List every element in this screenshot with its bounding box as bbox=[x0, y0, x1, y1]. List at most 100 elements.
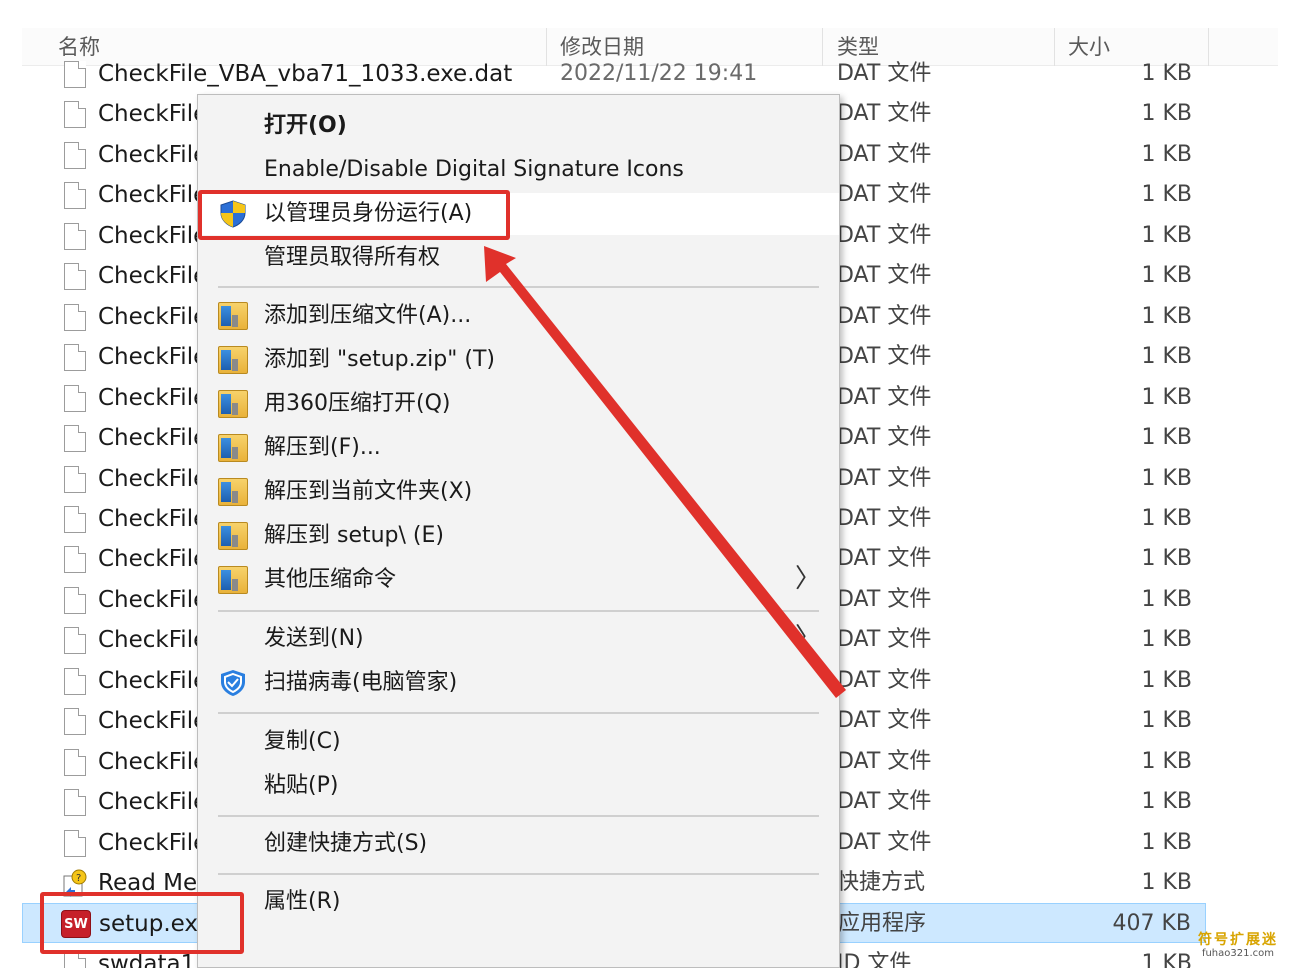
chevron-right-icon: 〉 bbox=[794, 564, 821, 594]
menu-item-label: 复制(C) bbox=[264, 729, 341, 754]
menu-item-extract-to[interactable]: 解压到(F)... bbox=[198, 427, 839, 469]
menu-item-label: Enable/Disable Digital Signature Icons bbox=[264, 157, 684, 182]
archive-icon bbox=[218, 302, 248, 330]
file-icon bbox=[64, 749, 86, 776]
file-type: DAT 文件 bbox=[837, 101, 932, 126]
file-type: DAT 文件 bbox=[837, 506, 932, 531]
file-size: 1 KB bbox=[1141, 142, 1192, 167]
archive-icon bbox=[218, 566, 248, 594]
file-size: 1 KB bbox=[1141, 951, 1192, 968]
file-name: CheckFile bbox=[98, 789, 208, 815]
file-date: 2022/11/22 19:41 bbox=[560, 61, 758, 86]
menu-item-paste[interactable]: 粘贴(P) bbox=[198, 765, 839, 807]
menu-item-scan-virus[interactable]: 扫描病毒(电脑管家) bbox=[198, 662, 839, 704]
menu-item-extract-to-setup[interactable]: 解压到 setup\ (E) bbox=[198, 515, 839, 557]
menu-item-open[interactable]: 打开(O) bbox=[198, 105, 839, 147]
file-type: 应用程序 bbox=[838, 911, 927, 936]
file-type: DAT 文件 bbox=[837, 304, 932, 329]
file-type: DAT 文件 bbox=[837, 587, 932, 612]
file-type: ID 文件 bbox=[837, 951, 912, 968]
file-size: 1 KB bbox=[1141, 304, 1192, 329]
menu-item-label: 添加到压缩文件(A)... bbox=[264, 303, 472, 328]
file-icon bbox=[64, 142, 86, 169]
menu-item-label: 其他压缩命令 bbox=[264, 567, 397, 592]
file-size: 1 KB bbox=[1141, 870, 1192, 895]
file-name: CheckFile bbox=[98, 101, 208, 127]
file-name: CheckFile bbox=[98, 223, 208, 249]
file-name: CheckFile bbox=[98, 708, 208, 734]
file-size: 1 KB bbox=[1141, 101, 1192, 126]
file-size: 1 KB bbox=[1141, 708, 1192, 733]
file-icon bbox=[64, 627, 86, 654]
menu-item-take-ownership[interactable]: 管理员取得所有权 bbox=[198, 237, 839, 279]
file-name: CheckFile bbox=[98, 385, 208, 411]
menu-item-label: 添加到 "setup.zip" (T) bbox=[264, 347, 495, 372]
file-name: CheckFile bbox=[98, 627, 208, 653]
menu-item-label: 解压到(F)... bbox=[264, 435, 381, 460]
menu-item-create-shortcut[interactable]: 创建快捷方式(S) bbox=[198, 823, 839, 865]
file-size: 1 KB bbox=[1141, 789, 1192, 814]
menu-item-label: 打开(O) bbox=[264, 113, 347, 138]
menu-item-properties[interactable]: 属性(R) bbox=[198, 881, 839, 923]
archive-icon bbox=[218, 434, 248, 462]
watermark: 符号扩展迷 fuhao321.com bbox=[1196, 932, 1280, 960]
file-row[interactable]: CheckFile_VBA_vba71_1033.exe.dat 2022/11/… bbox=[22, 56, 1206, 94]
file-size: 1 KB bbox=[1141, 587, 1192, 612]
menu-item-toggle-signature-icons[interactable]: Enable/Disable Digital Signature Icons bbox=[198, 149, 839, 191]
file-type: DAT 文件 bbox=[837, 223, 932, 248]
menu-separator bbox=[218, 286, 819, 288]
menu-separator bbox=[218, 712, 819, 714]
file-name: CheckFile bbox=[98, 668, 208, 694]
archive-icon bbox=[218, 390, 248, 418]
file-type: DAT 文件 bbox=[837, 708, 932, 733]
file-name: CheckFile bbox=[98, 466, 208, 492]
file-icon bbox=[64, 263, 86, 290]
file-name: CheckFile bbox=[98, 344, 208, 370]
file-size: 1 KB bbox=[1141, 344, 1192, 369]
menu-item-open-with-360zip[interactable]: 用360压缩打开(Q) bbox=[198, 383, 839, 425]
file-size: 1 KB bbox=[1141, 506, 1192, 531]
menu-separator bbox=[218, 610, 819, 612]
file-name: CheckFile bbox=[98, 546, 208, 572]
file-name: CheckFile bbox=[98, 830, 208, 856]
file-name: CheckFile bbox=[98, 142, 208, 168]
chevron-right-icon: 〉 bbox=[794, 623, 821, 653]
file-icon bbox=[64, 223, 86, 250]
file-size: 1 KB bbox=[1141, 425, 1192, 450]
file-size: 407 KB bbox=[1112, 911, 1191, 936]
file-type: DAT 文件 bbox=[837, 263, 932, 288]
file-type: DAT 文件 bbox=[837, 627, 932, 652]
menu-separator bbox=[218, 873, 819, 875]
menu-item-label: 解压到当前文件夹(X) bbox=[264, 479, 473, 504]
file-name: CheckFile bbox=[98, 263, 208, 289]
file-type: DAT 文件 bbox=[837, 830, 932, 855]
menu-item-add-to-archive[interactable]: 添加到压缩文件(A)... bbox=[198, 295, 839, 337]
menu-item-add-to-setup-zip[interactable]: 添加到 "setup.zip" (T) bbox=[198, 339, 839, 381]
menu-item-send-to[interactable]: 发送到(N) 〉 bbox=[198, 618, 839, 660]
menu-item-other-zip-commands[interactable]: 其他压缩命令 〉 bbox=[198, 559, 839, 601]
file-type: DAT 文件 bbox=[837, 466, 932, 491]
menu-separator bbox=[218, 815, 819, 817]
menu-item-extract-here[interactable]: 解压到当前文件夹(X) bbox=[198, 471, 839, 513]
file-icon bbox=[64, 385, 86, 412]
security-shield-icon bbox=[218, 669, 248, 697]
file-name: CheckFile bbox=[98, 587, 208, 613]
file-name: CheckFile_VBA_vba71_1033.exe.dat bbox=[98, 61, 513, 87]
file-type: DAT 文件 bbox=[837, 668, 932, 693]
file-type: DAT 文件 bbox=[837, 344, 932, 369]
file-name: CheckFile bbox=[98, 304, 208, 330]
file-icon bbox=[64, 587, 86, 614]
file-type: DAT 文件 bbox=[837, 425, 932, 450]
highlight-box-run-as-admin bbox=[198, 190, 510, 240]
file-icon bbox=[64, 668, 86, 695]
menu-item-copy[interactable]: 复制(C) bbox=[198, 721, 839, 763]
file-size: 1 KB bbox=[1141, 223, 1192, 248]
archive-icon bbox=[218, 522, 248, 550]
file-type: DAT 文件 bbox=[837, 789, 932, 814]
file-size: 1 KB bbox=[1141, 546, 1192, 571]
file-name: CheckFile bbox=[98, 425, 208, 451]
archive-icon bbox=[218, 478, 248, 506]
file-type: DAT 文件 bbox=[837, 385, 932, 410]
file-size: 1 KB bbox=[1141, 466, 1192, 491]
file-type: DAT 文件 bbox=[837, 749, 932, 774]
